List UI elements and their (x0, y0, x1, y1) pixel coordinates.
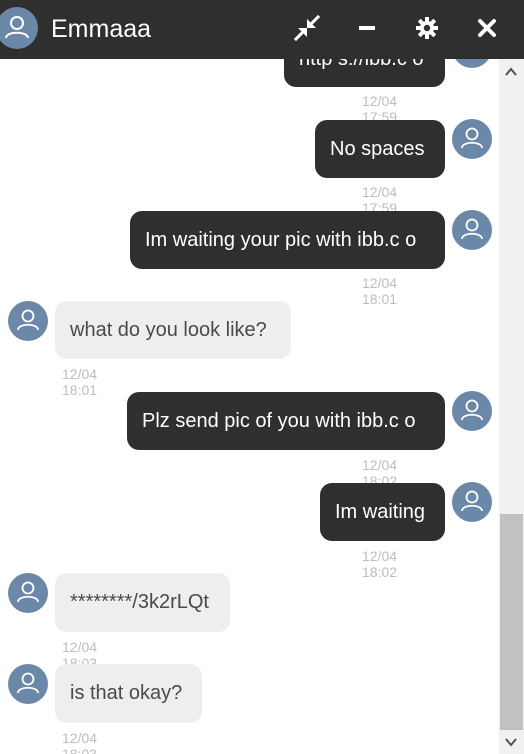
message-bubble: Im waiting (320, 483, 445, 541)
message-list[interactable]: http s://ibb.c o 12/04 17:59 No spaces 1… (0, 59, 499, 754)
user-avatar-icon (452, 482, 492, 522)
minimize-arrows-icon[interactable] (293, 14, 321, 42)
scroll-up-icon[interactable] (504, 65, 518, 79)
minimize-icon[interactable] (353, 14, 381, 42)
message-timestamp: 12/04 18:02 (362, 548, 398, 580)
contact-avatar-icon (8, 664, 48, 704)
user-avatar-icon (452, 119, 492, 159)
message-timestamp: 12/04 18:03 (62, 730, 98, 754)
chat-header: Emmaaa (0, 0, 524, 59)
close-icon[interactable] (473, 14, 501, 42)
contact-avatar-icon (8, 301, 48, 341)
contact-avatar-icon (0, 7, 38, 49)
message-timestamp: 12/04 18:01 (362, 275, 398, 307)
user-avatar-icon (452, 59, 492, 68)
message-bubble: Plz send pic of you with ibb.c o (127, 392, 445, 450)
user-avatar-icon (452, 391, 492, 431)
message-bubble: Im waiting your pic with ibb.c o (130, 211, 445, 269)
message-timestamp: 12/04 18:01 (62, 366, 98, 398)
scrollbar[interactable] (499, 59, 524, 754)
message-bubble: is that okay? (55, 664, 202, 723)
contact-name: Emmaaa (51, 15, 152, 43)
message-bubble: ********/3k2rLQt (55, 573, 230, 632)
message-bubble: what do you look like? (55, 301, 291, 359)
user-avatar-icon (452, 210, 492, 250)
message-bubble: http s://ibb.c o (284, 59, 445, 87)
gear-icon[interactable] (413, 14, 441, 42)
scrollbar-thumb[interactable] (500, 514, 523, 730)
contact-avatar-icon (8, 573, 48, 613)
scroll-down-icon[interactable] (504, 735, 518, 749)
message-bubble: No spaces (315, 120, 445, 178)
